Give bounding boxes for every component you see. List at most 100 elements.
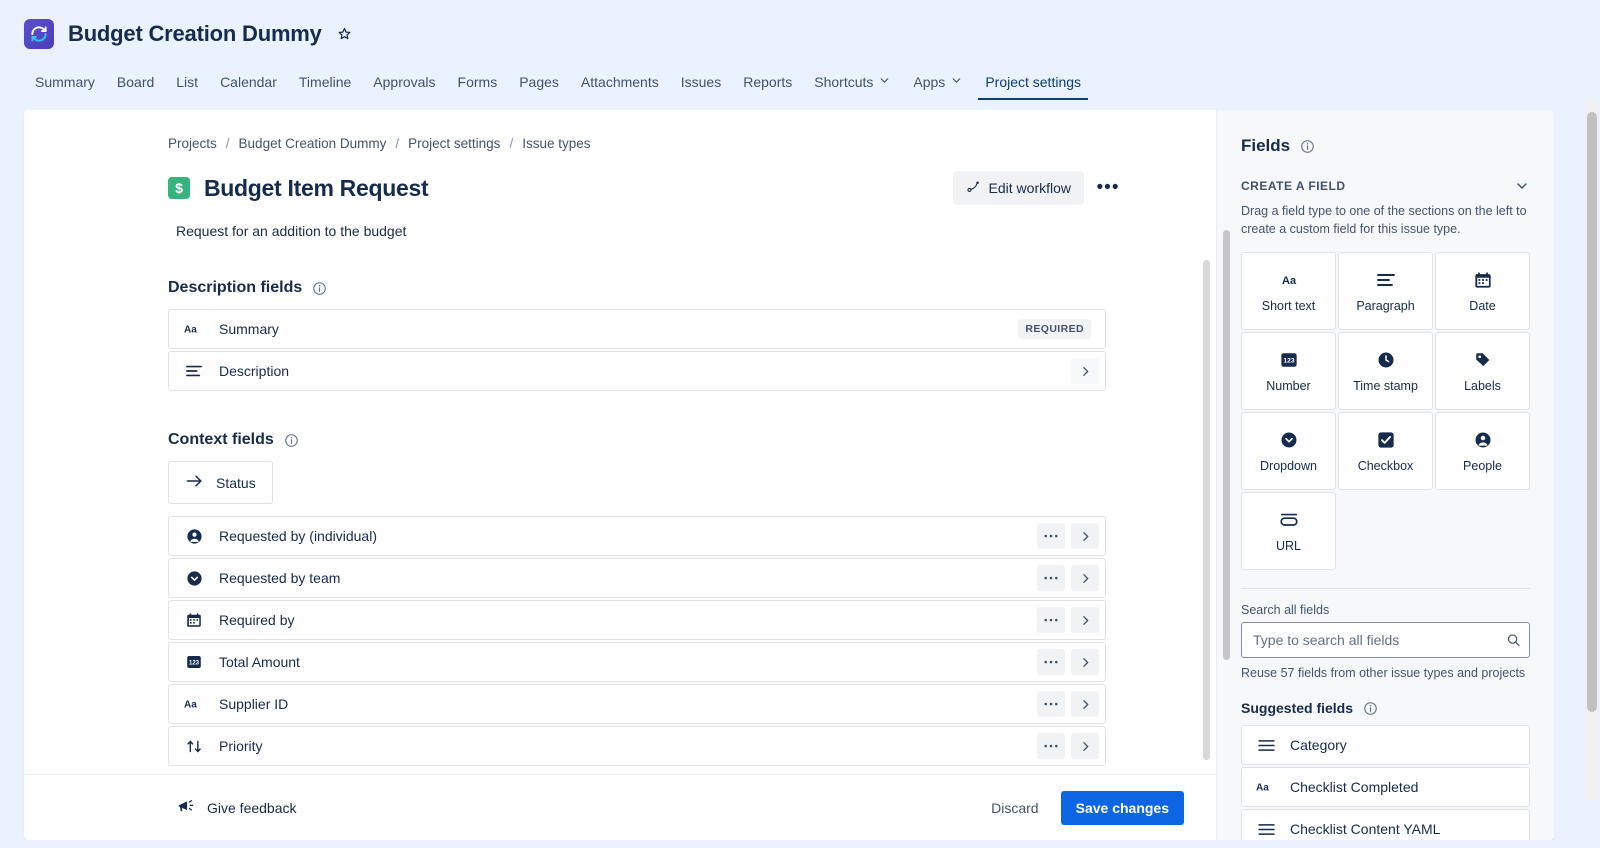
svg-text:Aa: Aa (1256, 783, 1269, 794)
list-item[interactable]: Checklist Content YAML (1241, 809, 1530, 840)
tab-attachments[interactable]: Attachments (570, 68, 670, 100)
more-horizontal-icon[interactable] (1037, 691, 1065, 717)
chevron-right-icon[interactable] (1071, 358, 1099, 384)
info-circle-icon[interactable] (284, 433, 299, 448)
tab-project-settings[interactable]: Project settings (974, 68, 1092, 100)
chevron-right-icon[interactable] (1071, 523, 1099, 549)
breadcrumb-projects[interactable]: Projects (168, 136, 217, 151)
list-item[interactable]: Category (1241, 725, 1530, 766)
give-feedback-button[interactable]: Give feedback (176, 797, 297, 819)
row-actions (1037, 523, 1099, 549)
chevron-right-icon[interactable] (1071, 607, 1099, 633)
list-item[interactable]: Aa Checklist Completed (1241, 767, 1530, 808)
field-type-checkbox[interactable]: Checkbox (1338, 412, 1433, 491)
row-actions (1037, 607, 1099, 633)
window-scrollbar-thumb[interactable] (1587, 112, 1597, 712)
field-type-paragraph[interactable]: Paragraph (1338, 252, 1433, 331)
tab-shortcuts[interactable]: Shortcuts (803, 68, 902, 100)
chevron-right-icon[interactable] (1071, 649, 1099, 675)
context-fields-header: Context fields (24, 431, 1216, 449)
tab-calendar[interactable]: Calendar (209, 68, 288, 100)
issue-type-header: $ Budget Item Request Edit workflow ••• (24, 171, 1216, 205)
search-input[interactable] (1241, 622, 1530, 659)
field-label: Requested by (individual) (219, 528, 377, 544)
chevron-down-icon[interactable] (1514, 178, 1530, 194)
field-label: Description (219, 363, 290, 379)
search-wrapper (1241, 622, 1530, 659)
breadcrumb-issue-types[interactable]: Issue types (522, 136, 590, 151)
tab-reports[interactable]: Reports (732, 68, 803, 100)
create-field-section-header[interactable]: CREATE A FIELD (1241, 178, 1530, 194)
tab-label: Reports (743, 74, 793, 90)
table-row[interactable]: Description (168, 351, 1106, 391)
create-field-description: Drag a field type to one of the sections… (1241, 204, 1527, 237)
field-type-label: Labels (1464, 378, 1501, 393)
status-badge: REQUIRED (1018, 319, 1091, 339)
page-bottom-strip (0, 840, 1600, 848)
more-horizontal-icon[interactable]: ••• (1092, 172, 1124, 204)
chevron-right-icon[interactable] (1071, 733, 1099, 759)
row-actions (1037, 649, 1099, 675)
scrollbar-vertical[interactable] (1203, 260, 1210, 760)
tab-board[interactable]: Board (106, 68, 165, 100)
table-row[interactable]: Required by (168, 600, 1106, 640)
more-horizontal-icon[interactable] (1037, 523, 1065, 549)
tab-apps[interactable]: Apps (902, 68, 974, 100)
breadcrumb-project-settings[interactable]: Project settings (408, 136, 500, 151)
info-circle-icon[interactable] (312, 281, 327, 296)
more-horizontal-icon[interactable] (1037, 733, 1065, 759)
breadcrumb-project[interactable]: Budget Creation Dummy (239, 136, 387, 151)
section-title: Context fields (168, 431, 274, 448)
project-title-row: Budget Creation Dummy (24, 16, 1600, 52)
suggested-fields-list: Category Aa Checklist Completed Checklis… (1241, 725, 1530, 840)
info-circle-icon[interactable] (1363, 701, 1378, 716)
field-type-label: Short text (1261, 298, 1316, 313)
search-icon[interactable] (1506, 633, 1521, 648)
field-type-url[interactable]: URL (1241, 492, 1336, 571)
info-circle-icon[interactable] (1300, 139, 1315, 154)
table-row[interactable]: Requested by (individual) (168, 516, 1106, 556)
svg-text:123: 123 (1283, 357, 1295, 364)
field-type-dropdown[interactable]: Dropdown (1241, 412, 1336, 491)
project-nav-tabs: Summary Board List Calendar Timeline App… (24, 66, 1600, 100)
star-outline-icon[interactable] (336, 26, 353, 43)
more-horizontal-icon[interactable] (1037, 649, 1065, 675)
chevron-down-icon (950, 74, 963, 90)
status-field-button[interactable]: Status (168, 461, 273, 504)
tab-list[interactable]: List (165, 68, 209, 100)
chevron-right-icon[interactable] (1071, 691, 1099, 717)
tab-forms[interactable]: Forms (447, 68, 509, 100)
tab-issues[interactable]: Issues (670, 68, 732, 100)
priority-icon (183, 739, 205, 754)
page-title: Budget Creation Dummy (68, 21, 322, 46)
sync-arrows-icon (24, 19, 54, 49)
context-fields-list: Requested by (individual) Requested by t… (24, 516, 1216, 766)
field-type-people[interactable]: People (1435, 412, 1530, 491)
table-row[interactable]: Priority (168, 726, 1106, 766)
tab-summary[interactable]: Summary (24, 68, 106, 100)
suggested-fields-title: Suggested fields (1241, 700, 1354, 717)
more-horizontal-icon[interactable] (1037, 607, 1065, 633)
edit-workflow-button[interactable]: Edit workflow (952, 171, 1084, 205)
field-type-time-stamp[interactable]: Time stamp (1338, 332, 1433, 411)
chevron-down-icon (878, 74, 891, 90)
field-type-labels[interactable]: Labels (1435, 332, 1530, 411)
row-actions (1037, 733, 1099, 759)
more-horizontal-icon[interactable] (1037, 565, 1065, 591)
table-row[interactable]: Aa Summary REQUIRED (168, 309, 1106, 349)
tab-pages[interactable]: Pages (508, 68, 570, 100)
search-all-fields-label: Search all fields (1241, 603, 1330, 618)
discard-button[interactable]: Discard (979, 792, 1050, 824)
tab-approvals[interactable]: Approvals (362, 68, 446, 100)
field-type-date[interactable]: Date (1435, 252, 1530, 331)
table-row[interactable]: Requested by team (168, 558, 1106, 598)
table-row[interactable]: Aa Supplier ID (168, 684, 1106, 724)
tab-timeline[interactable]: Timeline (288, 68, 362, 100)
table-row[interactable]: 123 Total Amount (168, 642, 1106, 682)
sidebar-scrollbar[interactable] (1223, 230, 1230, 660)
save-changes-button[interactable]: Save changes (1060, 790, 1184, 825)
chevron-right-icon[interactable] (1071, 565, 1099, 591)
field-type-short-text[interactable]: Aa Short text (1241, 252, 1336, 331)
field-type-number[interactable]: 123 Number (1241, 332, 1336, 411)
footer-actions: Discard Save changes (979, 790, 1184, 825)
